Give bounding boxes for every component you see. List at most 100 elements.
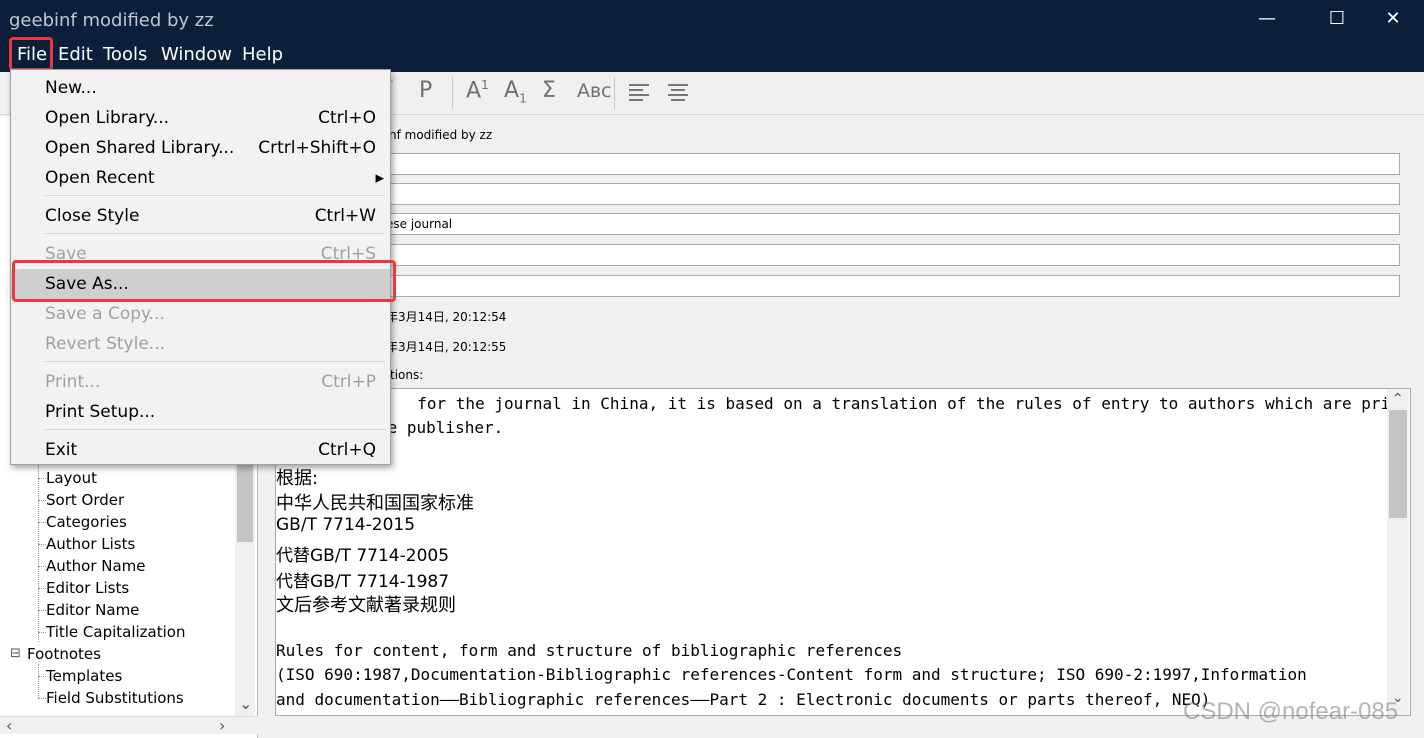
created-date: 年3月14日, 20:12:54 xyxy=(386,310,507,324)
comment-line: Rules for content, form and structure of… xyxy=(276,641,903,660)
minimize-button[interactable]: — xyxy=(1244,0,1290,40)
menu-separator xyxy=(45,361,385,362)
tree-connector xyxy=(38,698,46,699)
menu-window[interactable]: Window xyxy=(161,44,232,65)
menu-item-label: Close Style xyxy=(45,206,140,226)
comment-line: and documentation——Bibliographic referen… xyxy=(276,690,1211,709)
tree-connector xyxy=(38,500,46,501)
menu-item-label: Print... xyxy=(45,372,101,392)
menu-item-close-style[interactable]: Close Style Ctrl+W xyxy=(11,201,390,231)
comment-line: 代替GB/T 7714-1987 xyxy=(276,572,450,592)
tree-item-editor-name[interactable]: Editor Name xyxy=(46,601,139,619)
superscript-button[interactable]: A1 xyxy=(466,78,489,103)
menu-item-label: Save a Copy... xyxy=(45,304,165,324)
menu-item-print-setup[interactable]: Print Setup... xyxy=(11,397,390,427)
tree-item-field-substitutions[interactable]: Field Substitutions xyxy=(46,689,184,707)
collapse-toggle-icon[interactable]: ⊟ xyxy=(10,646,21,661)
menu-item-label: Open Library... xyxy=(45,108,170,128)
menu-item-shortcut: Ctrl+O xyxy=(318,108,376,128)
file-menu-highlight-box xyxy=(9,37,53,71)
comment-line: e publisher. xyxy=(378,418,504,437)
tree-connector xyxy=(38,632,46,633)
comments-textarea[interactable]: for the journal in China, it is based on… xyxy=(275,388,1411,716)
comments-scroll-thumb[interactable] xyxy=(1389,410,1407,518)
toolbar-divider xyxy=(614,77,615,109)
menu-item-label: Open Shared Library... xyxy=(45,138,235,158)
tree-connector xyxy=(38,522,46,523)
subscript-glyph: A xyxy=(504,78,520,103)
menu-separator xyxy=(45,429,385,430)
close-button[interactable]: ✕ xyxy=(1370,0,1416,40)
menu-item-revert-style[interactable]: Revert Style... xyxy=(11,329,390,359)
detail-field-2[interactable] xyxy=(384,183,1400,205)
tree-item-categories[interactable]: Categories xyxy=(46,513,127,531)
tree-item-author-name[interactable]: Author Name xyxy=(46,557,146,575)
comment-line: 文后参考文献著录规则 xyxy=(276,595,456,616)
menu-item-label: Open Recent xyxy=(45,168,155,188)
menu-edit[interactable]: Edit xyxy=(58,44,93,65)
subscript-button[interactable]: A1 xyxy=(504,78,527,105)
menu-tools[interactable]: Tools xyxy=(103,44,147,65)
scroll-right-arrow-icon[interactable]: › xyxy=(219,716,225,735)
menu-item-open-recent[interactable]: Open Recent ▸ xyxy=(11,163,390,193)
menu-separator xyxy=(45,195,385,196)
comment-line: 代替GB/T 7714-2005 xyxy=(276,546,450,566)
tree-connector xyxy=(38,478,46,479)
subscript-mark: 1 xyxy=(519,91,527,106)
detail-field-4[interactable] xyxy=(384,244,1400,266)
maximize-button[interactable]: ☐ xyxy=(1314,0,1360,40)
menu-item-exit[interactable]: Exit Ctrl+Q xyxy=(11,435,390,465)
tree-connector xyxy=(38,544,46,545)
detail-field-3[interactable]: ese journal xyxy=(384,213,1400,235)
scroll-up-arrow-icon[interactable]: ⌃ xyxy=(1392,391,1404,407)
tree-item-editor-lists[interactable]: Editor Lists xyxy=(46,579,129,597)
toolbar-divider xyxy=(452,77,453,109)
tree-item-footnotes[interactable]: Footnotes xyxy=(27,645,101,663)
window-title: geebinf modified by zz xyxy=(9,10,214,31)
style-name-text: nf modified by zz xyxy=(389,128,493,142)
tree-connector xyxy=(38,456,39,642)
menu-item-print[interactable]: Print... Ctrl+P xyxy=(11,367,390,397)
save-as-highlight-box xyxy=(12,260,396,302)
menu-item-label: Revert Style... xyxy=(45,334,165,354)
scroll-down-arrow-icon[interactable]: ⌄ xyxy=(239,694,252,713)
comment-line: 根据: xyxy=(276,468,319,489)
menu-item-label: Print Setup... xyxy=(45,402,156,422)
tree-item-sort-order[interactable]: Sort Order xyxy=(46,491,124,509)
tree-item-layout[interactable]: Layout xyxy=(46,469,97,487)
menu-item-open-shared-library[interactable]: Open Shared Library... Crtrl+Shift+O xyxy=(11,133,390,163)
align-center-icon[interactable] xyxy=(668,84,688,102)
plain-button[interactable]: P xyxy=(419,78,432,103)
tree-item-templates[interactable]: Templates xyxy=(46,667,122,685)
submenu-arrow-icon: ▸ xyxy=(375,168,384,188)
superscript-glyph: A xyxy=(466,78,482,104)
comments-label: tions: xyxy=(390,368,424,382)
tree-scroll-thumb[interactable] xyxy=(237,460,253,542)
tree-connector xyxy=(38,610,46,611)
comment-line: for the journal in China, it is based on… xyxy=(398,394,1411,413)
menu-item-label: Exit xyxy=(45,440,78,460)
modified-date: 年3月14日, 20:12:55 xyxy=(386,340,507,354)
detail-field-3-value: ese journal xyxy=(386,217,453,231)
comment-line: 中华人民共和国国家标准 xyxy=(276,493,474,514)
symbol-button[interactable]: Σ xyxy=(542,78,556,103)
title-bar: geebinf modified by zz — ☐ ✕ xyxy=(0,0,1424,40)
tree-horizontal-scrollbar[interactable]: ‹ › xyxy=(0,716,258,735)
tree-item-title-capitalization[interactable]: Title Capitalization xyxy=(46,623,185,641)
tree-connector xyxy=(38,664,39,698)
menu-item-save-a-copy[interactable]: Save a Copy... xyxy=(11,299,390,329)
menu-help[interactable]: Help xyxy=(242,44,283,65)
menu-item-shortcut: Ctrl+W xyxy=(314,206,376,226)
detail-field-1[interactable] xyxy=(384,153,1400,175)
menu-item-shortcut: Ctrl+Q xyxy=(318,440,376,460)
tree-item-author-lists[interactable]: Author Lists xyxy=(46,535,135,553)
menu-item-open-library[interactable]: Open Library... Ctrl+O xyxy=(11,103,390,133)
small-caps-button[interactable]: Aʙᴄ xyxy=(577,80,611,102)
scroll-left-arrow-icon[interactable]: ‹ xyxy=(6,716,12,735)
comment-line: GB/T 7714-2015 xyxy=(276,515,416,535)
detail-field-5[interactable] xyxy=(384,275,1400,297)
menu-item-shortcut: Crtrl+Shift+O xyxy=(258,138,376,158)
align-left-icon[interactable] xyxy=(629,84,649,102)
menu-item-new[interactable]: New... xyxy=(11,73,390,103)
menu-separator xyxy=(45,233,385,234)
